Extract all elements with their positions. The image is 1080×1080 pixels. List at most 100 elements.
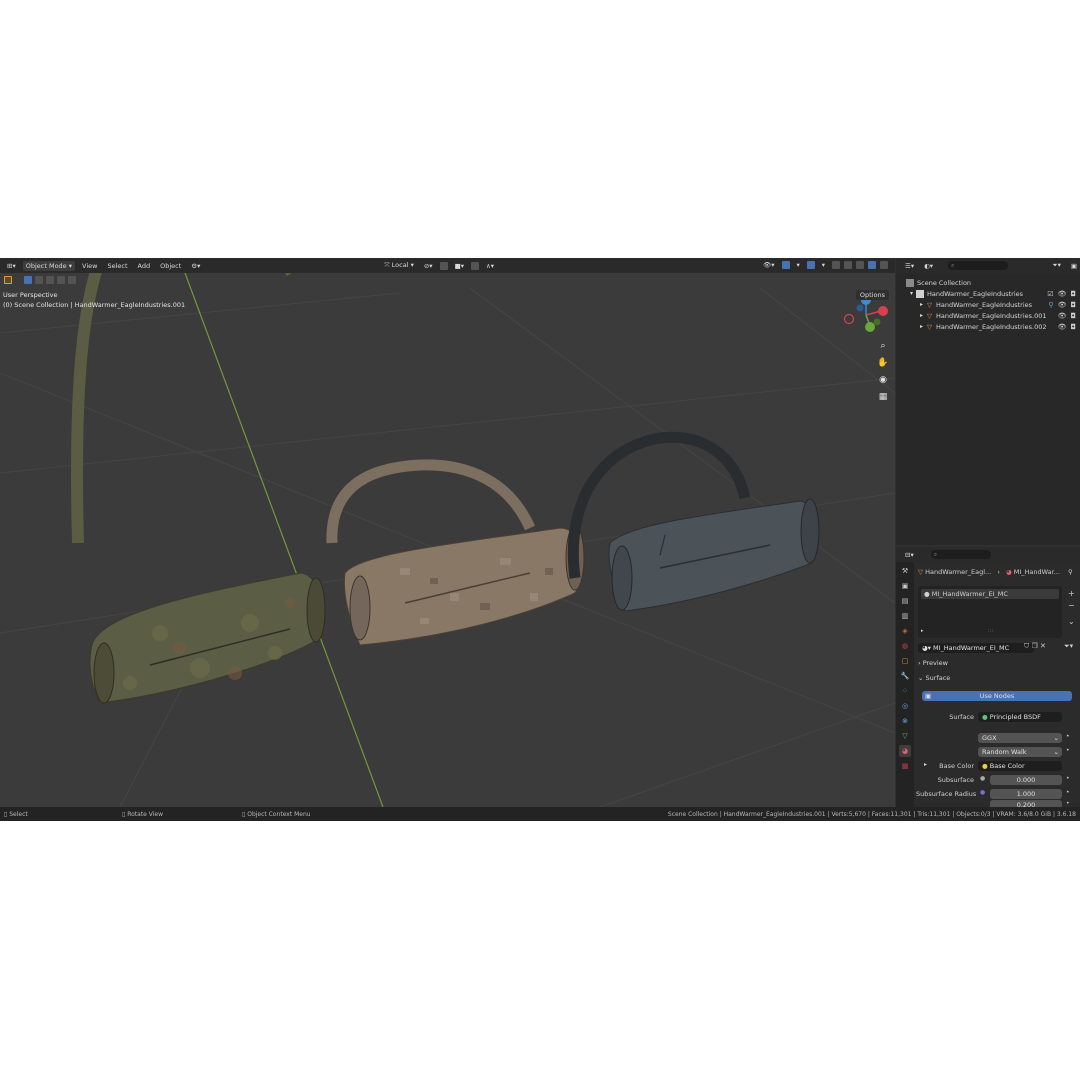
eye-icon[interactable]: 👁 bbox=[1058, 301, 1067, 309]
chevron-right-icon[interactable]: ▸ bbox=[920, 312, 923, 319]
new-collection-icon[interactable]: ▣ bbox=[1068, 261, 1080, 271]
wrench-modifier-icon[interactable]: ⚲ bbox=[1048, 301, 1053, 309]
gizmo-dropdown[interactable]: ▾ bbox=[794, 260, 803, 270]
subsurface-field[interactable]: 0.000 bbox=[990, 775, 1062, 785]
socket-dot-icon[interactable]: • bbox=[1066, 747, 1070, 754]
camera-render-icon[interactable]: ◘ bbox=[1070, 301, 1076, 309]
options-dropdown[interactable]: Options bbox=[855, 290, 889, 300]
particles-tab-icon[interactable]: ⁘ bbox=[899, 685, 911, 697]
texture-tab-icon[interactable]: ▩ bbox=[899, 760, 911, 772]
outliner-search-input[interactable]: ⌕ bbox=[948, 261, 1009, 270]
material-tab-icon[interactable]: ◕ bbox=[899, 745, 911, 757]
pin-icon[interactable]: ⚲ bbox=[1068, 568, 1073, 576]
eye-icon[interactable]: 👁 bbox=[1058, 312, 1067, 320]
xray-icon[interactable] bbox=[832, 261, 841, 269]
close-icon[interactable]: ✕ bbox=[1040, 642, 1046, 650]
gear-icon[interactable]: ⚙▾ bbox=[188, 261, 203, 271]
material-name-field[interactable]: ◕▾ MI_HandWarmer_EI_MC bbox=[918, 643, 1034, 653]
outliner-editor-icon[interactable]: ☰▾ bbox=[902, 261, 917, 271]
render-tab-icon[interactable]: ▣ bbox=[899, 580, 911, 592]
select-mode-subtract-icon[interactable] bbox=[46, 276, 54, 284]
outliner-collection-row[interactable]: ▾ HandWarmer_EagleIndustries ☑ 👁 ◘ bbox=[896, 288, 1080, 299]
base-color-field[interactable]: ● Base Color bbox=[978, 761, 1062, 771]
handwarmer-desert-camo[interactable] bbox=[326, 459, 585, 646]
output-tab-icon[interactable]: ▤ bbox=[899, 595, 911, 607]
subsurface-radius-x-field[interactable]: 1.000 bbox=[990, 789, 1062, 799]
menu-object[interactable]: Object bbox=[157, 261, 184, 271]
outliner-scene-collection[interactable]: Scene Collection bbox=[896, 277, 1080, 288]
chevron-right-icon[interactable]: ▸ bbox=[921, 628, 924, 634]
object-tab-icon[interactable]: ▢ bbox=[899, 655, 911, 667]
constraints-tab-icon[interactable]: ⊗ bbox=[899, 715, 911, 727]
modifier-tab-icon[interactable]: 🔧 bbox=[899, 670, 911, 682]
falloff-icon[interactable]: ∧▾ bbox=[483, 261, 497, 271]
snap-dropdown[interactable]: ■▾ bbox=[452, 261, 467, 271]
socket-dot-icon[interactable]: • bbox=[1066, 733, 1070, 740]
menu-add[interactable]: Add bbox=[135, 261, 154, 271]
camera-icon[interactable]: ◉ bbox=[877, 374, 889, 386]
display-mode-icon[interactable]: ◐▾ bbox=[921, 261, 936, 271]
outliner-object-row[interactable]: ▸ ▽ HandWarmer_EagleIndustries ⚲ 👁 ◘ bbox=[896, 299, 1080, 310]
filter-icon[interactable]: ⏷▾ bbox=[1049, 260, 1063, 271]
world-tab-icon[interactable]: ◍ bbox=[899, 640, 911, 652]
camera-render-icon[interactable]: ◘ bbox=[1070, 290, 1076, 298]
duplicate-icon[interactable]: ❐ bbox=[1031, 642, 1037, 650]
view-layer-tab-icon[interactable]: ▥ bbox=[899, 610, 911, 622]
pivot-icon[interactable]: ⊘▾ bbox=[421, 261, 436, 271]
gizmo-toggle-icon[interactable] bbox=[781, 261, 790, 269]
handwarmer-grey[interactable] bbox=[567, 431, 820, 612]
chevron-right-icon[interactable]: ▸ bbox=[920, 301, 923, 308]
chevron-down-icon[interactable]: ▾ bbox=[910, 290, 913, 297]
overlay-dropdown[interactable]: ▾ bbox=[819, 260, 828, 270]
zoom-icon[interactable]: ⌕ bbox=[877, 340, 889, 352]
select-mode-extend-icon[interactable] bbox=[35, 276, 43, 284]
outliner-object-row[interactable]: ▸ ▽ HandWarmer_EagleIndustries.002 👁 ◘ bbox=[896, 321, 1080, 332]
preview-section[interactable]: › Preview bbox=[918, 657, 1076, 669]
tool-tab-icon[interactable]: ⚒ bbox=[899, 565, 911, 577]
handwarmer-multicam[interactable] bbox=[71, 273, 326, 704]
camera-render-icon[interactable]: ◘ bbox=[1070, 323, 1076, 331]
shading-solid-icon[interactable] bbox=[856, 261, 865, 269]
editor-type-icon[interactable]: ⊞▾ bbox=[4, 261, 19, 271]
overlay-toggle-icon[interactable] bbox=[806, 261, 815, 269]
sphere-browse-icon[interactable]: ◕▾ bbox=[922, 644, 931, 652]
hand-pan-icon[interactable]: ✋ bbox=[877, 357, 889, 369]
chevron-right-icon[interactable]: ▸ bbox=[920, 323, 923, 330]
chevron-down-icon[interactable]: ⌄ bbox=[1068, 616, 1075, 628]
checkbox-icon[interactable]: ☑ bbox=[1047, 290, 1053, 298]
surface-section[interactable]: ⌄ Surface bbox=[918, 672, 1076, 684]
remove-slot-icon[interactable]: − bbox=[1068, 600, 1075, 612]
menu-select[interactable]: Select bbox=[104, 261, 130, 271]
navigation-gizmo[interactable] bbox=[843, 295, 889, 332]
select-tool-icon[interactable] bbox=[4, 276, 12, 284]
add-slot-icon[interactable]: + bbox=[1068, 588, 1075, 600]
eye-icon[interactable]: 👁 bbox=[1058, 290, 1067, 298]
visibility-icon[interactable]: 👁▾ bbox=[760, 260, 778, 270]
socket-dot-icon[interactable]: • bbox=[1066, 800, 1070, 807]
distribution-dropdown[interactable]: GGX ⌄ bbox=[978, 733, 1062, 743]
snap-toggle-icon[interactable] bbox=[439, 261, 448, 270]
subsurface-method-dropdown[interactable]: Random Walk ⌄ bbox=[978, 747, 1062, 757]
3d-viewport[interactable]: User Perspective (0) Scene Collection | … bbox=[0, 273, 895, 807]
mode-dropdown[interactable]: Object Mode ▾ bbox=[22, 260, 76, 271]
surface-shader-field[interactable]: ● Principled BSDF bbox=[978, 712, 1062, 722]
select-mode-new-icon[interactable] bbox=[24, 276, 32, 284]
resize-handle-icon[interactable]: ::: bbox=[988, 628, 993, 634]
link-dropdown-icon[interactable]: ⏷▾ bbox=[1064, 642, 1073, 651]
select-mode-invert-icon[interactable] bbox=[57, 276, 65, 284]
socket-dot-icon[interactable]: • bbox=[1066, 789, 1070, 796]
material-slot-list[interactable]: ● MI_HandWarmer_EI_MC ▸ ::: bbox=[918, 586, 1062, 638]
fake-user-icon[interactable]: ⛉ bbox=[1024, 642, 1029, 650]
grid-ortho-icon[interactable]: ▦ bbox=[877, 391, 889, 403]
data-tab-icon[interactable]: ▽ bbox=[899, 730, 911, 742]
socket-dot-icon[interactable]: • bbox=[1066, 775, 1070, 782]
properties-editor-icon[interactable]: ⊟▾ bbox=[902, 550, 917, 560]
select-mode-intersect-icon[interactable] bbox=[68, 276, 76, 284]
outliner-object-row[interactable]: ▸ ▽ HandWarmer_EagleIndustries.001 👁 ◘ bbox=[896, 310, 1080, 321]
shading-material-icon[interactable] bbox=[868, 261, 877, 269]
properties-search-input[interactable]: ⌕ bbox=[930, 550, 991, 559]
eye-icon[interactable]: 👁 bbox=[1058, 323, 1067, 331]
proportional-edit-icon[interactable] bbox=[470, 261, 479, 270]
scene-tab-icon[interactable]: ◈ bbox=[899, 625, 911, 637]
menu-view[interactable]: View bbox=[79, 261, 100, 271]
